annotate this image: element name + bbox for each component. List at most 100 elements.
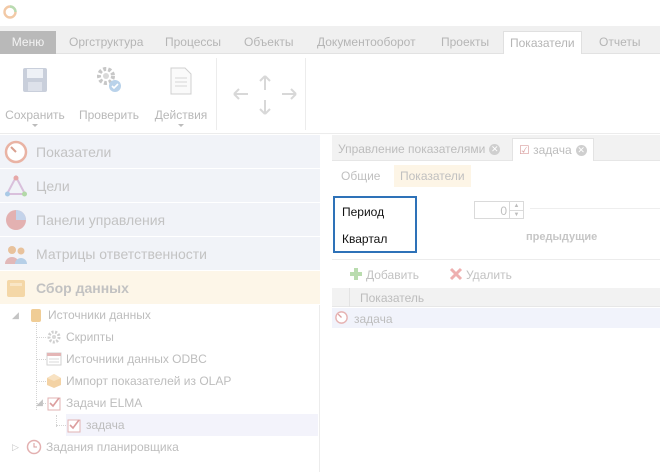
cube-icon xyxy=(47,374,61,388)
quarter-option[interactable]: Квартал xyxy=(342,232,387,246)
document-icon xyxy=(170,67,192,95)
gear-icon xyxy=(47,330,61,344)
tree-item-odbc[interactable]: Источники данных ODBC xyxy=(46,348,246,370)
tree-item-label: Задания планировщика xyxy=(46,440,179,454)
ribbon-separator xyxy=(216,58,217,130)
database-icon xyxy=(31,309,41,322)
actions-button[interactable]: Действия xyxy=(150,62,212,127)
tree-item-label: Задачи ELMA xyxy=(66,396,143,410)
tab-processes[interactable]: Процессы xyxy=(159,31,227,54)
save-button[interactable]: Сохранить xyxy=(0,62,70,127)
subtab-indicators[interactable]: Показатели xyxy=(394,165,471,187)
subtab-general[interactable]: Общие xyxy=(335,165,386,187)
actions-dropdown-caret[interactable] xyxy=(178,124,184,127)
period-offset-spinner[interactable]: 0 ▲ ▼ xyxy=(474,201,524,219)
tree-guide-line xyxy=(36,381,46,382)
tree-item-data-sources[interactable]: Источники данных xyxy=(28,304,208,326)
app-window: Меню Оргструктура Процессы Объекты Докум… xyxy=(0,0,660,472)
check-button[interactable]: Проверить xyxy=(76,62,142,126)
nav-section-label: Сбор данных xyxy=(36,280,129,296)
pie-chart-icon xyxy=(6,210,26,230)
delete-button[interactable]: Удалить xyxy=(448,266,528,284)
tree-item-label: Источники данных ODBC xyxy=(66,352,207,366)
close-icon[interactable]: ✕ xyxy=(575,145,587,157)
period-slider-track[interactable] xyxy=(530,208,660,209)
table-row[interactable]: задача xyxy=(332,308,660,328)
tree-guide-line xyxy=(36,359,46,360)
speedometer-icon xyxy=(4,140,28,164)
main-menu-bar: Меню Оргструктура Процессы Объекты Докум… xyxy=(0,26,660,55)
period-selector-highlight: Период Квартал xyxy=(333,196,417,253)
actions-label: Действия xyxy=(154,108,208,122)
odbc-source-icon xyxy=(46,352,62,366)
floppy-disk-icon xyxy=(23,68,47,92)
indicator-icon xyxy=(335,311,348,324)
move-arrows-icon[interactable] xyxy=(230,74,300,118)
tab-projects[interactable]: Проекты xyxy=(435,31,495,54)
tree-item-label: Скрипты xyxy=(66,330,114,344)
spinner-up-icon[interactable]: ▲ xyxy=(509,202,523,210)
add-button[interactable]: Добавить xyxy=(348,266,428,284)
document-tabs: Управление показателями ✕ ☑ задача ✕ xyxy=(332,135,660,161)
close-icon[interactable]: ✕ xyxy=(489,144,501,156)
tree-item-label: Источники данных xyxy=(48,308,151,322)
delete-x-icon xyxy=(449,267,463,281)
previous-label: предыдущие xyxy=(526,231,598,243)
task-check-icon: ☑ xyxy=(519,143,530,157)
content-panel: Управление показателями ✕ ☑ задача ✕ Общие… xyxy=(332,135,660,472)
tree-item-olap-import[interactable]: Импорт показателей из OLAP xyxy=(46,370,286,392)
tab-reports[interactable]: Отчеты xyxy=(593,31,646,54)
tab-document-management[interactable]: Документооборот xyxy=(311,31,422,54)
tree-item-label: задача xyxy=(86,418,125,432)
tree-item-label: Импорт показателей из OLAP xyxy=(66,374,232,388)
period-label: Период xyxy=(342,205,385,219)
nav-section-data-collection[interactable]: Сбор данных xyxy=(0,271,320,305)
collapse-elma-tasks-toggle[interactable]: ◢ xyxy=(36,398,45,407)
app-logo-icon xyxy=(3,5,17,19)
table-cell: задача xyxy=(354,312,393,326)
data-collection-icon xyxy=(7,280,25,297)
people-icon xyxy=(5,246,27,264)
nav-section-label: Матрицы ответственности xyxy=(36,246,207,262)
save-label: Сохранить xyxy=(5,108,65,122)
tab-task[interactable]: ☑ задача ✕ xyxy=(512,138,594,161)
spinner-value: 0 xyxy=(500,204,507,218)
plus-icon xyxy=(350,268,362,280)
collapse-data-sources-toggle[interactable]: ◢ xyxy=(12,311,21,320)
grid-header: Показатель xyxy=(332,288,660,307)
delete-label: Удалить xyxy=(466,268,512,282)
tab-indicators[interactable]: Показатели xyxy=(503,31,582,55)
save-dropdown-caret[interactable] xyxy=(32,124,38,127)
nav-section-responsibility-matrices[interactable]: Матрицы ответственности xyxy=(0,237,320,271)
clock-icon xyxy=(26,439,42,455)
title-bar xyxy=(0,0,660,26)
navigation-panel: Показатели Цели Панели управления Матриц… xyxy=(0,135,320,472)
grid-column-indicator[interactable]: Показатель xyxy=(360,291,424,305)
gear-check-icon xyxy=(97,67,121,92)
nav-section-dashboards[interactable]: Панели управления xyxy=(0,203,320,237)
sub-tabs: Общие Показатели xyxy=(332,165,660,187)
check-label: Проверить xyxy=(78,108,139,122)
expand-scheduler-toggle[interactable]: ▷ xyxy=(12,443,21,452)
ribbon-separator xyxy=(305,58,306,130)
tab-label: Управление показателями xyxy=(338,142,486,156)
goals-triangle-icon xyxy=(5,174,27,197)
nav-section-label: Панели управления xyxy=(36,212,166,228)
tree-guide-line xyxy=(36,337,46,338)
tree-item-task[interactable]: задача xyxy=(66,414,318,436)
ribbon-toolbar: Сохранить Проверить Действия xyxy=(0,54,660,134)
tab-org-structure[interactable]: Оргструктура xyxy=(63,31,149,54)
add-label: Добавить xyxy=(366,268,420,282)
tab-objects[interactable]: Объекты xyxy=(238,31,300,54)
tree-guide-line xyxy=(56,425,66,426)
nav-section-label: Цели xyxy=(36,178,70,194)
tree-item-elma-tasks[interactable]: Задачи ELMA xyxy=(46,392,186,414)
nav-section-indicators[interactable]: Показатели xyxy=(0,135,320,169)
tree-item-scheduler-jobs[interactable]: Задания планировщика xyxy=(26,436,226,458)
tree-item-scripts[interactable]: Скрипты xyxy=(46,326,166,348)
menu-button[interactable]: Меню xyxy=(0,31,56,54)
spinner-down-icon[interactable]: ▼ xyxy=(509,210,523,218)
tab-label: задача xyxy=(533,143,572,157)
tab-indicator-management[interactable]: Управление показателями ✕ xyxy=(332,138,506,161)
nav-section-goals[interactable]: Цели xyxy=(0,169,320,203)
